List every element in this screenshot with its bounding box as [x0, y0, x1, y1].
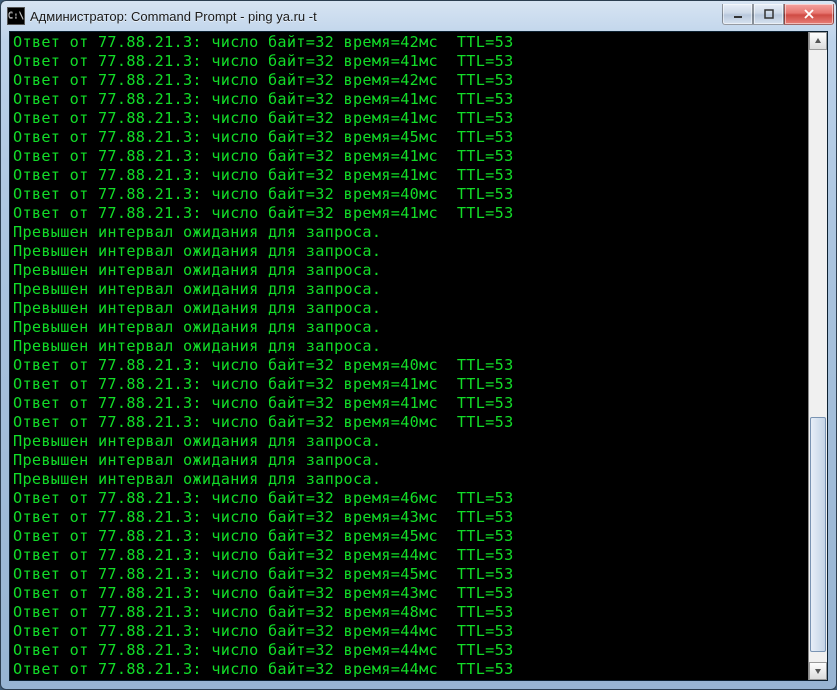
scroll-up-button[interactable] [809, 32, 827, 50]
console-client-area: Ответ от 77.88.21.3: число байт=32 время… [9, 31, 828, 681]
minimize-button[interactable] [722, 4, 753, 25]
maximize-button[interactable] [753, 4, 784, 25]
cmd-icon: C:\ [7, 7, 25, 25]
scroll-down-button[interactable] [809, 662, 827, 680]
vertical-scrollbar[interactable] [808, 32, 827, 680]
scroll-track[interactable] [809, 50, 827, 662]
command-prompt-window: C:\ Администратор: Command Prompt - ping… [0, 0, 837, 690]
window-title: Администратор: Command Prompt - ping ya.… [30, 9, 722, 24]
titlebar[interactable]: C:\ Администратор: Command Prompt - ping… [1, 1, 836, 31]
scroll-thumb[interactable] [810, 417, 826, 652]
close-button[interactable] [784, 4, 834, 25]
window-controls [722, 4, 834, 25]
console-output: Ответ от 77.88.21.3: число байт=32 время… [10, 32, 809, 680]
